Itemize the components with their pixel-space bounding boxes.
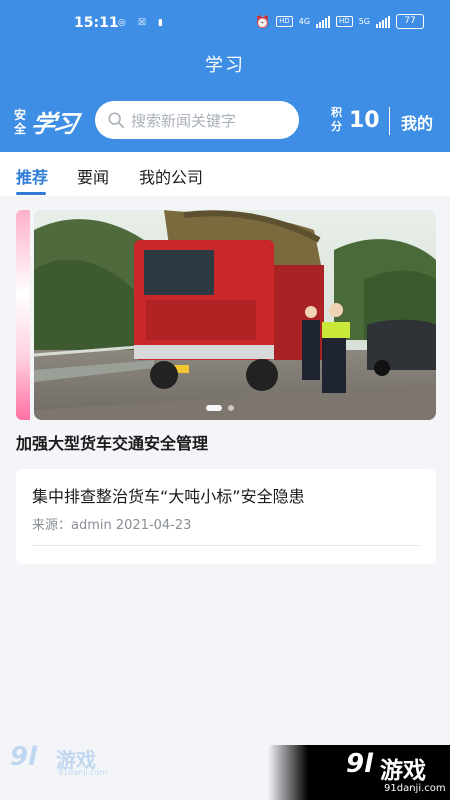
battery-icon: 77 [396, 14, 424, 29]
news-title: 集中排查整治货车“大吨小标”安全隐患 [32, 487, 305, 506]
search-input[interactable]: 搜索新闻关键字 [95, 101, 299, 139]
banner-caption[interactable]: 加强大型货车交通安全管理 [16, 430, 208, 454]
watermark-right-url: 91danji.com [384, 783, 446, 794]
logo-small-text: 安全 [14, 108, 27, 136]
carousel-dots [206, 405, 234, 411]
watermark-logo-right: 9l 游戏 91danji.com [268, 745, 450, 800]
tab-recommend[interactable]: 推荐 [16, 164, 48, 188]
watermark-left-url: 91danji.com [58, 768, 108, 777]
notification-icon: ◎ [118, 18, 126, 28]
search-placeholder: 搜索新闻关键字 [131, 111, 237, 130]
tab-headlines[interactable]: 要闻 [77, 164, 109, 188]
carousel-dot-active[interactable] [206, 405, 222, 411]
watermark-right-num: 9l [346, 749, 374, 779]
tab-bar: 推荐 要闻 我的公司 [0, 152, 450, 196]
search-icon [108, 112, 125, 129]
app-logo: 安全 学习 [14, 104, 86, 140]
status-left-icons: ◎ ☒ ▮ [118, 18, 163, 28]
status-bar: 15:11 ◎ ☒ ▮ ⏰ HD 4G HD 5G 77 [0, 0, 450, 44]
signal-icon-2 [376, 15, 390, 28]
network-5g-label: 5G [358, 17, 370, 26]
hd-badge-2: HD [336, 16, 353, 27]
points-label: 积分 [331, 106, 342, 133]
app-icon: ☒ [137, 18, 146, 28]
status-right: ⏰ HD 4G HD 5G 77 [255, 14, 424, 29]
banner-carousel[interactable] [0, 210, 450, 420]
page-title: 学习 [205, 55, 245, 76]
alarm-icon: ⏰ [255, 14, 271, 29]
logo-big-text: 学习 [28, 109, 79, 138]
carousel-dot[interactable] [228, 405, 234, 411]
news-meta: 来源：admin 2021-04-23 [32, 518, 192, 533]
app-header: 15:11 ◎ ☒ ▮ ⏰ HD 4G HD 5G 77 学习 安全 学习 搜索… [0, 0, 450, 152]
truck-photo [34, 210, 436, 420]
watermark-logo-left: 9l 游戏 91danji.com [10, 742, 110, 782]
banner-image[interactable] [34, 210, 436, 420]
network-4g-label: 4G [298, 17, 311, 26]
banner-previous-slide[interactable] [16, 210, 30, 420]
status-time: 15:11 [74, 15, 119, 31]
mine-button[interactable]: 我的 [401, 110, 433, 134]
news-list-item[interactable]: 集中排查整治货车“大吨小标”安全隐患 来源：admin 2021-04-23 [16, 469, 436, 564]
watermark-right-text: 游戏 [380, 758, 426, 784]
signal-icon [316, 15, 331, 28]
points-display[interactable]: 积分 10 [331, 106, 380, 134]
points-value: 10 [349, 107, 380, 133]
watermark-left-num: 9l [10, 742, 38, 772]
active-tab-indicator [16, 192, 46, 195]
header-divider [389, 107, 390, 135]
tab-my-company[interactable]: 我的公司 [139, 164, 203, 188]
hd-badge-1: HD [276, 16, 293, 27]
record-icon: ▮ [157, 18, 163, 28]
news-divider [32, 545, 420, 546]
